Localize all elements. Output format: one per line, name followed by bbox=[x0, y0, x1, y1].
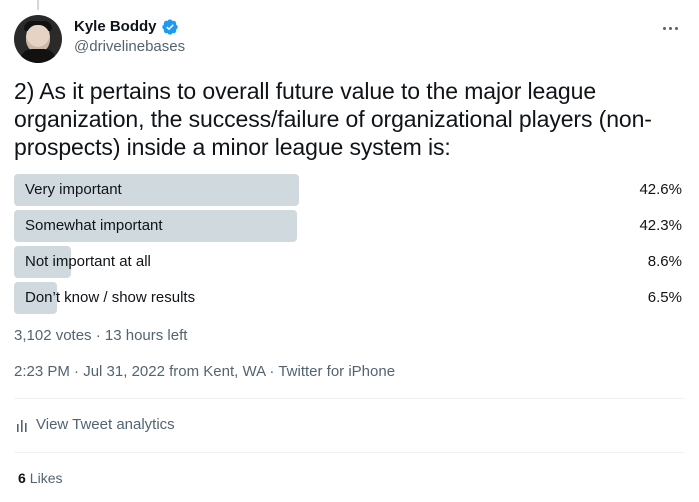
tweet-text: 2) As it pertains to overall future valu… bbox=[14, 78, 652, 160]
poll-option-label: Somewhat important bbox=[25, 217, 163, 234]
separator: · bbox=[265, 363, 279, 380]
verified-badge-icon bbox=[161, 19, 178, 35]
poll-option-label: Not important at all bbox=[25, 253, 151, 270]
avatar-shirt bbox=[20, 49, 56, 63]
user-handle[interactable]: @drivelinebases bbox=[74, 38, 185, 56]
more-options-icon[interactable] bbox=[660, 18, 680, 38]
poll-option-percent: 42.6% bbox=[639, 181, 682, 198]
analytics-label: View Tweet analytics bbox=[36, 416, 175, 433]
divider bbox=[14, 452, 685, 453]
tweet-location: from Kent, WA bbox=[164, 363, 266, 380]
bar-chart-icon bbox=[17, 419, 27, 432]
tweet-author: Kyle Boddy @drivelinebases bbox=[74, 18, 185, 56]
divider bbox=[14, 398, 685, 399]
tweet-client[interactable]: Twitter for iPhone bbox=[278, 363, 395, 380]
view-analytics-link[interactable]: View Tweet analytics bbox=[16, 416, 175, 433]
separator: · bbox=[69, 363, 84, 380]
tweet-timestamp: 2:23 PM · Jul 31, 2022 from Kent, WA · T… bbox=[14, 363, 395, 380]
poll-option: Not important at all 8.6% bbox=[14, 246, 682, 278]
display-name[interactable]: Kyle Boddy bbox=[74, 18, 157, 36]
tweet-time[interactable]: 2:23 PM bbox=[14, 363, 70, 380]
poll: Very important 42.6% Somewhat important … bbox=[14, 174, 682, 318]
dot bbox=[662, 26, 666, 30]
poll-option: Don’t know / show results 6.5% bbox=[14, 282, 682, 314]
poll-meta: 3,102 votes · 13 hours left bbox=[14, 327, 188, 344]
name-row: Kyle Boddy bbox=[74, 18, 185, 36]
likes-count-link[interactable]: 6 Likes bbox=[18, 470, 62, 486]
likes-count: 6 bbox=[18, 470, 26, 486]
thread-connector-line bbox=[37, 0, 39, 10]
avatar[interactable] bbox=[14, 15, 62, 63]
poll-option: Somewhat important 42.3% bbox=[14, 210, 682, 242]
dot bbox=[668, 26, 672, 30]
poll-option-percent: 6.5% bbox=[647, 289, 682, 306]
poll-option-percent: 8.6% bbox=[647, 253, 682, 270]
poll-option: Very important 42.6% bbox=[14, 174, 682, 206]
tweet-date[interactable]: Jul 31, 2022 bbox=[83, 363, 165, 380]
poll-option-label: Very important bbox=[25, 181, 122, 198]
dot bbox=[674, 26, 678, 30]
likes-label: Likes bbox=[29, 470, 63, 486]
poll-option-label: Don’t know / show results bbox=[25, 289, 196, 306]
poll-option-percent: 42.3% bbox=[639, 217, 682, 234]
